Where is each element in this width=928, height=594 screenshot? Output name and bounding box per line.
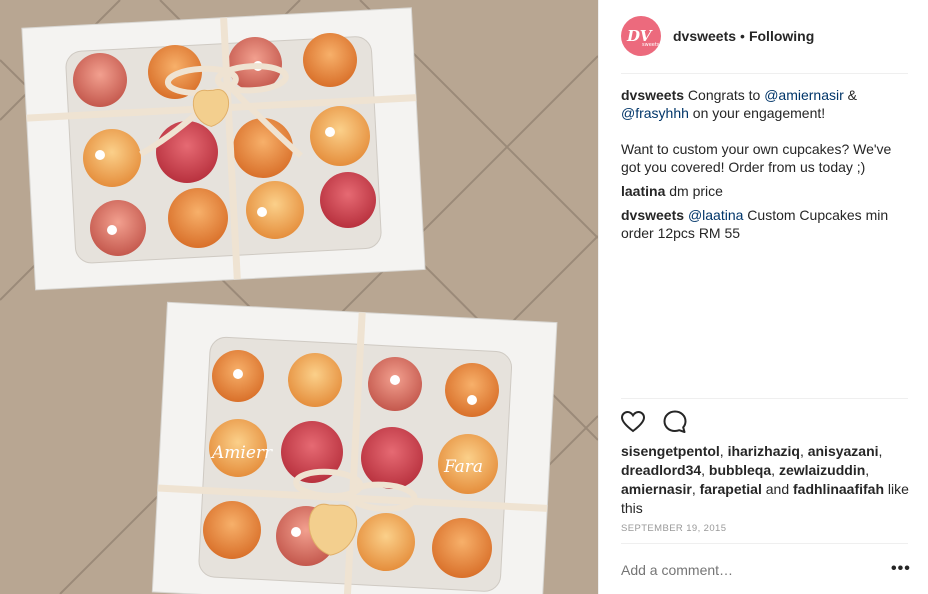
liker-link[interactable]: fadhlinaafifah bbox=[793, 481, 884, 497]
add-comment-input[interactable] bbox=[621, 562, 861, 578]
liker-link[interactable]: amiernasir bbox=[621, 481, 692, 497]
mention-link[interactable]: @laatina bbox=[688, 207, 743, 223]
post-date[interactable]: SEPTEMBER 19, 2015 bbox=[621, 523, 726, 534]
comment-icon[interactable] bbox=[661, 408, 689, 436]
comment-list: dvsweets Congrats to @amiernasir & @fras… bbox=[621, 86, 911, 248]
comma: , bbox=[799, 443, 808, 459]
comma: , bbox=[719, 443, 728, 459]
mention-link[interactable]: @amiernasir bbox=[764, 87, 844, 103]
post-actions bbox=[619, 408, 689, 436]
comment-item: laatina dm price bbox=[621, 182, 911, 200]
svg-text:sweets: sweets bbox=[642, 42, 660, 48]
cupcake-name-left: Amierr bbox=[210, 443, 273, 463]
comma: , bbox=[878, 443, 883, 459]
more-options-button[interactable]: ••• bbox=[891, 560, 911, 578]
follow-button[interactable]: Following bbox=[749, 28, 814, 44]
comment-username[interactable]: laatina bbox=[621, 183, 665, 199]
and-word: and bbox=[761, 481, 793, 497]
post-side-panel: DV sweets dvsweets • Following dvsweets … bbox=[598, 0, 928, 594]
comment-username[interactable]: dvsweets bbox=[621, 207, 684, 223]
cupcake-name-right: Fara bbox=[443, 457, 483, 477]
liker-link[interactable]: farapetial bbox=[700, 481, 762, 497]
caption-paragraph: Want to custom your own cupcakes? We've … bbox=[621, 141, 892, 175]
caption-text: on your engagement! bbox=[688, 105, 826, 121]
liker-link[interactable]: sisengetpentol bbox=[621, 443, 720, 459]
liker-link[interactable]: zewlaizuddin bbox=[779, 462, 865, 478]
cupcake-boxes-image: Amierr Fara bbox=[0, 0, 598, 594]
comma: , bbox=[701, 462, 709, 478]
likes-summary: sisengetpentol, iharizhaziq, anisyazani,… bbox=[621, 442, 913, 518]
comment-text: dm price bbox=[665, 183, 723, 199]
comma: , bbox=[771, 462, 779, 478]
heart-icon[interactable] bbox=[619, 408, 647, 436]
liker-link[interactable]: anisyazani bbox=[808, 443, 879, 459]
comma: , bbox=[691, 481, 700, 497]
comment-item: dvsweets @laatina Custom Cupcakes min or… bbox=[621, 206, 911, 242]
divider bbox=[621, 398, 908, 399]
mention-link[interactable]: @frasyhhh bbox=[621, 105, 689, 121]
post-photo[interactable]: Amierr Fara bbox=[0, 0, 598, 594]
username-link[interactable]: dvsweets bbox=[673, 28, 736, 44]
caption: dvsweets Congrats to @amiernasir & @fras… bbox=[621, 86, 911, 176]
avatar[interactable]: DV sweets bbox=[621, 16, 661, 56]
divider bbox=[621, 73, 908, 74]
comma: , bbox=[865, 462, 870, 478]
caption-text: & bbox=[843, 87, 858, 103]
post-header: DV sweets dvsweets • Following bbox=[621, 14, 814, 58]
divider bbox=[621, 543, 908, 544]
liker-link[interactable]: iharizhaziq bbox=[728, 443, 800, 459]
liker-link[interactable]: dreadlord34 bbox=[621, 462, 701, 478]
caption-username[interactable]: dvsweets bbox=[621, 87, 684, 103]
liker-link[interactable]: bubbleqa bbox=[709, 462, 771, 478]
caption-text: Congrats to bbox=[684, 87, 765, 103]
header-separator: • bbox=[740, 28, 745, 44]
dvsweets-logo-icon: DV sweets bbox=[626, 27, 660, 48]
